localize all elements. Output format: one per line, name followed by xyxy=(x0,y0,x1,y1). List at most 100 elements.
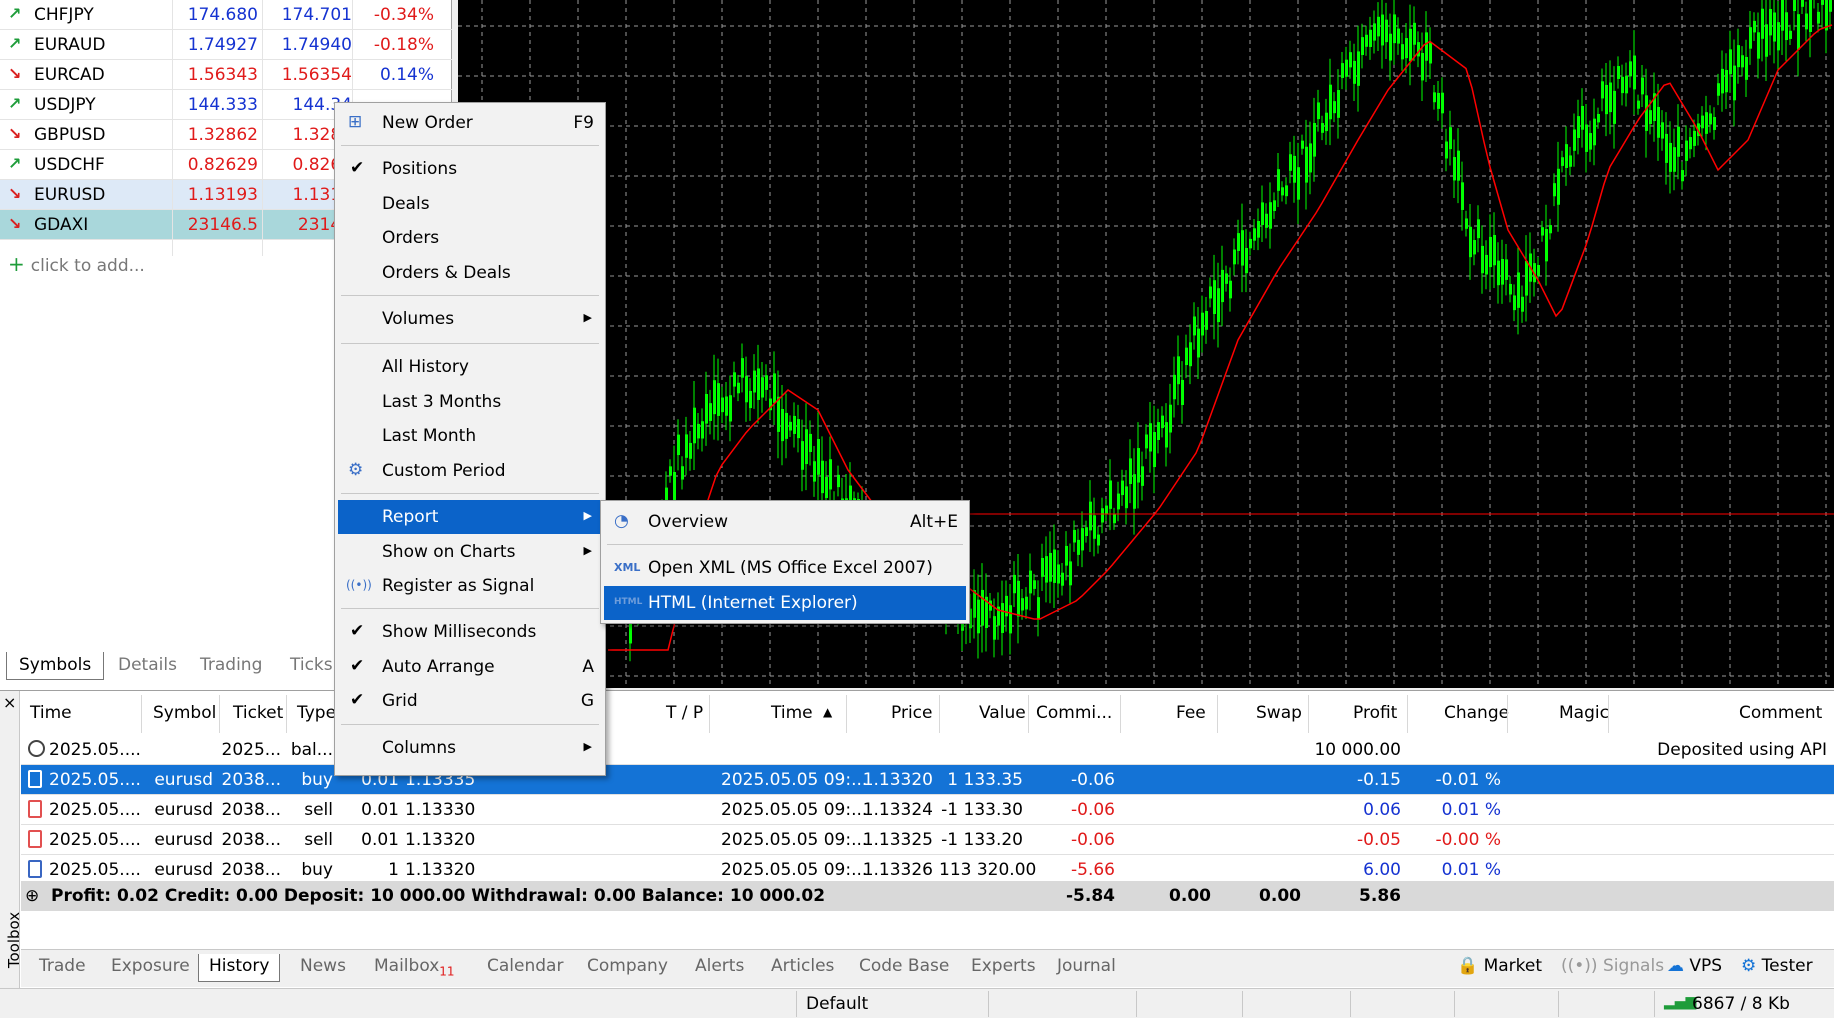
candle-body xyxy=(1029,570,1032,594)
tab-trade[interactable]: Trade xyxy=(29,954,96,982)
header-separator xyxy=(1217,695,1218,733)
table-row[interactable]: 2025.05.... eurusd 2038... sell 0.01 1.13320 2… xyxy=(21,825,1834,855)
col-value[interactable]: Value xyxy=(979,703,1026,723)
market-watch-row-chfjpy[interactable]: ↗ CHFJPY 174.680 174.701 -0.34% xyxy=(0,0,452,30)
vps-button[interactable]: ☁ VPS xyxy=(1667,956,1722,976)
menu-grid[interactable]: ✔ Grid G xyxy=(338,684,602,718)
plus-icon: + xyxy=(8,252,25,276)
market-watch-row-eurcad[interactable]: ↘ EURCAD 1.56343 1.56354 0.14% xyxy=(0,60,452,90)
menu-deals[interactable]: Deals xyxy=(338,187,602,221)
header-separator xyxy=(846,695,847,733)
table-row[interactable]: 2025.05.... eurusd 2038... sell 0.01 1.13330 2… xyxy=(21,795,1834,825)
symbol-name: EURUSD xyxy=(34,185,106,205)
checkmark-icon: ✔ xyxy=(350,621,365,641)
candle-body xyxy=(1017,580,1020,617)
market-button[interactable]: 🔒 Market xyxy=(1457,956,1542,976)
menu-all-history[interactable]: All History xyxy=(338,350,602,384)
candle-body xyxy=(1625,75,1628,94)
ask-price: 1.56354 xyxy=(281,65,352,85)
signal-icon: ((•)) xyxy=(1561,956,1598,976)
tab-details[interactable]: Details xyxy=(106,652,189,680)
col-magic[interactable]: Magic xyxy=(1559,703,1609,723)
tab-history[interactable]: History xyxy=(198,954,281,982)
summary-commission: -5.84 xyxy=(1066,886,1115,906)
menu-show-milliseconds[interactable]: ✔ Show Milliseconds xyxy=(338,615,602,649)
tab-journal[interactable]: Journal xyxy=(1047,954,1126,982)
candle-body xyxy=(1297,167,1300,200)
menu-orders-deals[interactable]: Orders & Deals xyxy=(338,256,602,290)
tab-company[interactable]: Company xyxy=(577,954,678,982)
tab-code-base[interactable]: Code Base xyxy=(849,954,959,982)
tab-news[interactable]: News xyxy=(290,954,356,982)
tab-articles[interactable]: Articles xyxy=(761,954,844,982)
col-tp[interactable]: T / P xyxy=(666,703,703,723)
click-to-add-symbol[interactable]: + click to add... xyxy=(8,252,145,276)
table-row[interactable]: 2025.05.... 2025... bal... 10 000.00 Deposit… xyxy=(21,735,1834,765)
menu-label: Columns xyxy=(382,738,456,758)
candle-body xyxy=(1721,68,1724,94)
cell-value: 1 133.35 xyxy=(947,770,1023,790)
menu-last-3-months[interactable]: Last 3 Months xyxy=(338,385,602,419)
col-symbol[interactable]: Symbol xyxy=(153,703,216,723)
tab-exposure[interactable]: Exposure xyxy=(101,954,200,982)
menu-label: Deals xyxy=(382,194,430,214)
close-icon[interactable]: × xyxy=(3,693,16,712)
tab-calendar[interactable]: Calendar xyxy=(477,954,573,982)
cell-commission: -0.06 xyxy=(1071,830,1115,850)
menu-new-order[interactable]: ⊞ New Order F9 xyxy=(338,106,602,140)
tab-alerts[interactable]: Alerts xyxy=(685,954,754,982)
col-type[interactable]: Type xyxy=(297,703,336,723)
candle-body xyxy=(721,397,724,413)
candle-body xyxy=(1657,106,1660,138)
table-row[interactable]: 2025.05.... eurusd 2038... buy 0.01 1.13335 20… xyxy=(21,765,1834,795)
menu-volumes[interactable]: Volumes ▶ xyxy=(338,302,602,336)
tab-mailbox[interactable]: Mailbox11 xyxy=(364,954,465,982)
menu-html-report[interactable]: HTML HTML (Internet Explorer) xyxy=(604,586,966,620)
menu-last-month[interactable]: Last Month xyxy=(338,419,602,453)
col-ticket[interactable]: Ticket xyxy=(233,703,283,723)
signals-button[interactable]: ((•)) Signals xyxy=(1561,956,1664,976)
col-commission[interactable]: Commi... xyxy=(1036,703,1112,723)
menu-show-on-charts[interactable]: Show on Charts ▶ xyxy=(338,535,602,569)
menu-register-as-signal[interactable]: ((•)) Register as Signal xyxy=(338,569,602,603)
candle-body xyxy=(1757,32,1760,59)
candle-body xyxy=(1461,182,1464,210)
menu-overview[interactable]: ◔ Overview Alt+E xyxy=(604,505,966,539)
col-profit[interactable]: Profit xyxy=(1353,703,1397,723)
menu-open-xml[interactable]: XML Open XML (MS Office Excel 2007) xyxy=(604,551,966,585)
col-comment[interactable]: Comment xyxy=(1739,703,1822,723)
candle-body xyxy=(709,403,712,421)
menu-orders[interactable]: Orders xyxy=(338,221,602,255)
candle-body xyxy=(1673,147,1676,172)
candle-body xyxy=(685,434,688,458)
menu-custom-period[interactable]: ⚙ Custom Period xyxy=(338,454,602,488)
menu-separator xyxy=(341,145,599,146)
col-time-close[interactable]: Time xyxy=(771,703,813,723)
cell-open-price: 1.13320 xyxy=(405,830,476,850)
symbol-name: USDCHF xyxy=(34,155,105,175)
menu-auto-arrange[interactable]: ✔ Auto Arrange A xyxy=(338,650,602,684)
col-fee[interactable]: Fee xyxy=(1176,703,1206,723)
cell-price: 1.13320 xyxy=(862,770,933,790)
candle-body xyxy=(1237,233,1240,251)
market-watch-row-euraud[interactable]: ↗ EURAUD 1.74927 1.74940 -0.18% xyxy=(0,30,452,60)
menu-separator xyxy=(341,343,599,344)
col-time[interactable]: Time xyxy=(30,703,72,723)
menu-columns[interactable]: Columns ▶ xyxy=(338,731,602,765)
tester-button[interactable]: ⚙ Tester xyxy=(1741,956,1813,976)
candle-body xyxy=(1773,12,1776,42)
col-change[interactable]: Change xyxy=(1444,703,1509,723)
cell-symbol: eurusd xyxy=(154,800,213,820)
menu-positions[interactable]: ✔ Positions xyxy=(338,152,602,186)
tab-experts[interactable]: Experts xyxy=(961,954,1046,982)
cell-profit: -0.05 xyxy=(1357,830,1401,850)
candle-body xyxy=(1269,202,1272,229)
tab-trading[interactable]: Trading xyxy=(188,652,274,680)
col-swap[interactable]: Swap xyxy=(1256,703,1302,723)
expand-icon[interactable]: ⊕ xyxy=(25,886,39,906)
col-price[interactable]: Price xyxy=(891,703,932,723)
menu-label: Show Milliseconds xyxy=(382,622,537,642)
menu-report[interactable]: Report ▶ xyxy=(338,500,602,534)
menu-label: Last 3 Months xyxy=(382,392,502,412)
tab-symbols[interactable]: Symbols xyxy=(6,652,105,680)
